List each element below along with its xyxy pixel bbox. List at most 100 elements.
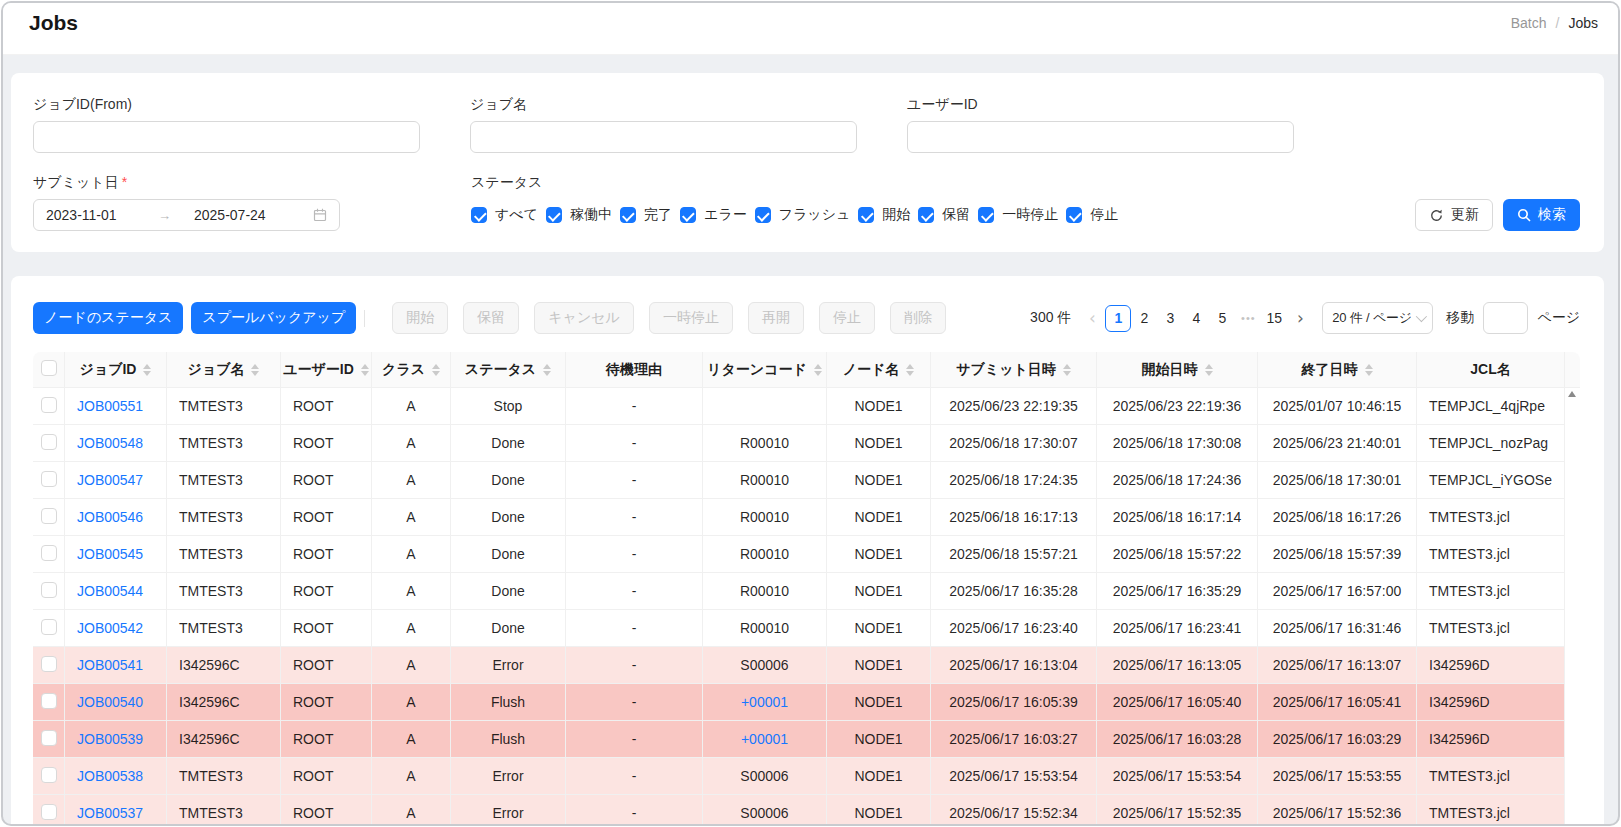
page-2-button[interactable]: 2: [1131, 305, 1157, 332]
status-checkbox-1[interactable]: 稼働中: [546, 206, 612, 224]
sort-icon[interactable]: [906, 364, 914, 376]
page-size-select[interactable]: 20 件 / ページ: [1322, 302, 1433, 334]
date-to-value[interactable]: 2025-07-24: [194, 207, 313, 223]
prev-page-button[interactable]: ‹: [1079, 305, 1105, 332]
row-checkbox[interactable]: [41, 619, 57, 635]
checkbox-icon[interactable]: [755, 207, 771, 223]
job-id-link[interactable]: JOB00544: [77, 583, 143, 599]
action-button-6[interactable]: 削除: [890, 302, 946, 334]
status-checkbox-5[interactable]: 開始: [858, 206, 910, 224]
cell-start-time: 2025/06/18 15:57:22: [1097, 536, 1258, 573]
refresh-button[interactable]: 更新: [1415, 199, 1493, 231]
row-checkbox[interactable]: [41, 656, 57, 672]
date-from-value[interactable]: 2023-11-01: [46, 207, 158, 223]
page-15-button[interactable]: 15: [1261, 305, 1287, 332]
submit-date-range-picker[interactable]: 2023-11-01 → 2025-07-24: [33, 199, 340, 231]
row-checkbox[interactable]: [41, 508, 57, 524]
search-button[interactable]: 検索: [1503, 199, 1580, 231]
job-id-link[interactable]: JOB00545: [77, 546, 143, 562]
page-4-button[interactable]: 4: [1183, 305, 1209, 332]
cell-start-time: 2025/06/17 16:05:40: [1097, 684, 1258, 721]
row-checkbox[interactable]: [41, 693, 57, 709]
status-checkbox-7[interactable]: 一時停止: [978, 206, 1058, 224]
page-3-button[interactable]: 3: [1157, 305, 1183, 332]
jump-page-input[interactable]: [1483, 302, 1528, 334]
row-checkbox[interactable]: [41, 545, 57, 561]
row-checkbox[interactable]: [41, 471, 57, 487]
checkbox-icon[interactable]: [978, 207, 994, 223]
column-header-9[interactable]: 開始日時: [1097, 352, 1258, 388]
action-button-3[interactable]: 一時停止: [649, 302, 733, 334]
sort-icon[interactable]: [814, 364, 822, 376]
user-id-input[interactable]: [907, 121, 1294, 153]
job-id-link[interactable]: JOB00547: [77, 472, 143, 488]
cell-return-code: S00006: [703, 647, 827, 684]
action-button-0[interactable]: 開始: [392, 302, 448, 334]
checkbox-icon[interactable]: [1066, 207, 1082, 223]
row-checkbox[interactable]: [41, 434, 57, 450]
job-id-link[interactable]: JOB00548: [77, 435, 143, 451]
page-5-button[interactable]: 5: [1209, 305, 1235, 332]
next-page-button[interactable]: ›: [1287, 305, 1313, 332]
job-name-input[interactable]: [470, 121, 857, 153]
row-checkbox[interactable]: [41, 397, 57, 413]
sort-icon[interactable]: [1063, 364, 1071, 376]
status-checkbox-4[interactable]: フラッシュ: [755, 206, 851, 224]
checkbox-icon[interactable]: [620, 207, 636, 223]
sort-icon[interactable]: [432, 364, 440, 376]
status-checkbox-0[interactable]: すべて: [471, 206, 538, 224]
status-checkbox-2[interactable]: 完了: [620, 206, 672, 224]
column-header-4[interactable]: ステータス: [451, 352, 566, 388]
sort-icon[interactable]: [1365, 364, 1373, 376]
action-button-4[interactable]: 再開: [748, 302, 804, 334]
sort-icon[interactable]: [143, 364, 151, 376]
row-checkbox[interactable]: [41, 582, 57, 598]
checkbox-icon[interactable]: [471, 207, 487, 223]
pagination-ellipsis[interactable]: •••: [1235, 305, 1261, 332]
status-checkbox-6[interactable]: 保留: [918, 206, 970, 224]
page-1-button[interactable]: 1: [1105, 305, 1131, 332]
sort-icon[interactable]: [1205, 364, 1213, 376]
job-id-link[interactable]: JOB00540: [77, 694, 143, 710]
column-header-8[interactable]: サブミット日時: [931, 352, 1097, 388]
status-checkbox-8[interactable]: 停止: [1066, 206, 1118, 224]
return-code-link[interactable]: +00001: [741, 731, 788, 747]
checkbox-icon[interactable]: [546, 207, 562, 223]
job-id-link[interactable]: JOB00551: [77, 398, 143, 414]
column-header-7[interactable]: ノード名: [827, 352, 931, 388]
status-checkbox-3[interactable]: エラー: [680, 206, 747, 224]
checkbox-icon[interactable]: [680, 207, 696, 223]
job-id-input[interactable]: [33, 121, 420, 153]
job-id-link[interactable]: JOB00538: [77, 768, 143, 784]
job-id-link[interactable]: JOB00542: [77, 620, 143, 636]
job-id-link[interactable]: JOB00546: [77, 509, 143, 525]
job-id-link[interactable]: JOB00537: [77, 805, 143, 821]
action-button-2[interactable]: キャンセル: [534, 302, 634, 334]
sort-icon[interactable]: [251, 364, 259, 376]
column-header-10[interactable]: 終了日時: [1258, 352, 1417, 388]
column-header-3[interactable]: クラス: [372, 352, 451, 388]
scroll-up-arrow-icon[interactable]: [1568, 391, 1576, 397]
column-header-6[interactable]: リターンコード: [703, 352, 827, 388]
sort-icon[interactable]: [543, 364, 551, 376]
column-header-2[interactable]: ユーザーID: [281, 352, 372, 388]
select-all-checkbox[interactable]: [41, 360, 57, 376]
sort-icon[interactable]: [361, 364, 369, 376]
spool-backup-button[interactable]: スプールバックアップ: [191, 302, 356, 334]
action-button-1[interactable]: 保留: [463, 302, 519, 334]
column-header-1[interactable]: ジョブ名: [167, 352, 281, 388]
cell-return-code: S00006: [703, 795, 827, 826]
column-header-0[interactable]: ジョブID: [65, 352, 167, 388]
row-checkbox[interactable]: [41, 730, 57, 746]
job-id-link[interactable]: JOB00539: [77, 731, 143, 747]
checkbox-icon[interactable]: [918, 207, 934, 223]
row-checkbox[interactable]: [41, 767, 57, 783]
horizontal-scrollbar[interactable]: [33, 825, 1557, 826]
return-code-link[interactable]: +00001: [741, 694, 788, 710]
action-button-5[interactable]: 停止: [819, 302, 875, 334]
job-id-link[interactable]: JOB00541: [77, 657, 143, 673]
node-status-button[interactable]: ノードのステータス: [33, 302, 183, 334]
breadcrumb-parent[interactable]: Batch: [1511, 15, 1547, 31]
checkbox-icon[interactable]: [858, 207, 874, 223]
row-checkbox[interactable]: [41, 804, 57, 820]
